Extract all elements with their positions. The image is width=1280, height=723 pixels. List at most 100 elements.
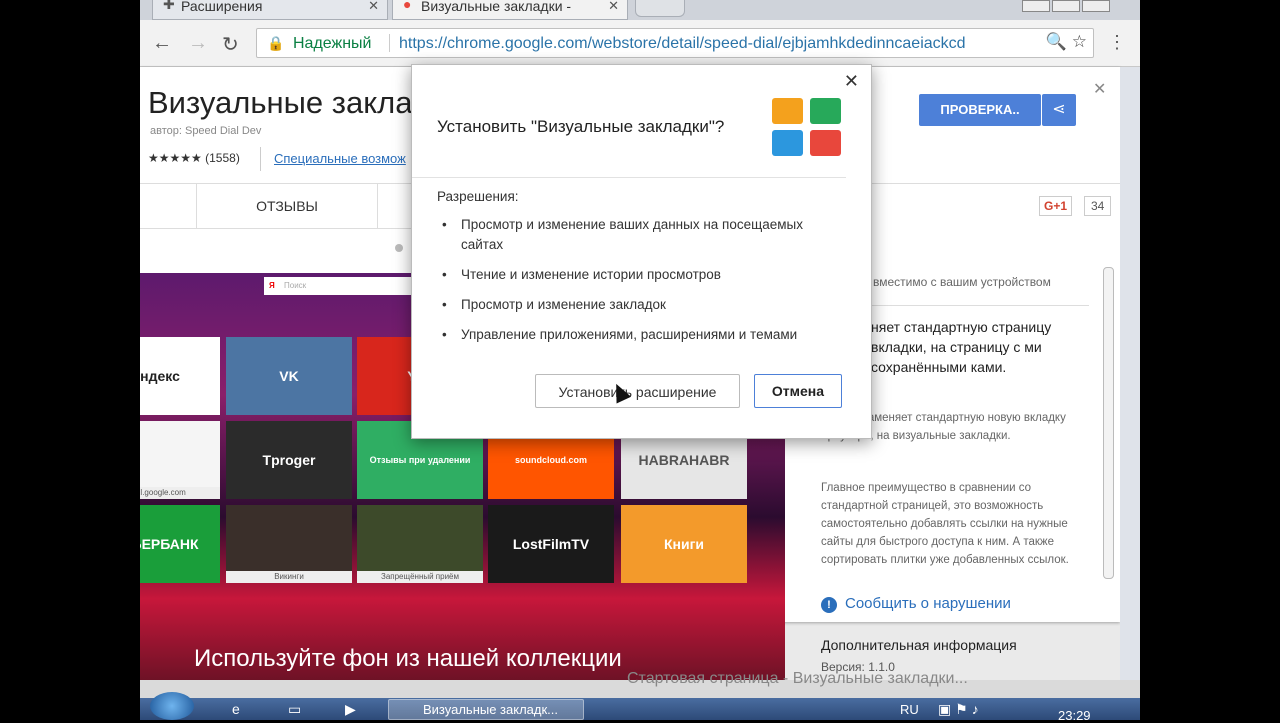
stars: ★★★★★ (148, 151, 202, 165)
speed-dial-tile: VK (226, 337, 352, 415)
close-icon[interactable]: ✕ (368, 0, 379, 12)
extension-logo-icon (772, 98, 842, 156)
system-tray: ▣ ⚑ ♪ (938, 701, 979, 718)
media-player-icon[interactable]: ▶ (345, 701, 365, 717)
windows-start-icon[interactable] (150, 692, 194, 720)
tab-strip: ✚ Расширения ✕ ● Визуальные закладки - ✕ (140, 0, 1140, 20)
permission-item: Просмотр и изменение ваших данных на пос… (436, 215, 846, 255)
speed-dial-tile: Книги (621, 505, 747, 583)
url-text[interactable]: https://chrome.google.com/webstore/detai… (399, 35, 966, 53)
tile-caption: Запрещённый приём (357, 571, 483, 583)
tab-reviews[interactable]: ОТЗЫВЫ (196, 184, 378, 228)
menu-icon[interactable]: ⋮ (1108, 32, 1126, 53)
browser-window: ✚ Расширения ✕ ● Визуальные закладки - ✕… (140, 0, 1140, 720)
tile-label: VK (279, 368, 299, 384)
back-arrow-icon[interactable]: ← (152, 32, 172, 55)
window-controls (1020, 0, 1110, 15)
summary-text: няет стандартную страницу вкладки, на ст… (871, 319, 1052, 375)
report-abuse-link[interactable]: ! Сообщить о нарушении (821, 595, 1011, 613)
tile-label: Tproger (262, 452, 316, 468)
tile-label: HABRAHABR (638, 452, 730, 468)
alert-icon: ! (821, 597, 837, 613)
speed-dial-tile: LostFilmTV (488, 505, 614, 583)
tile-label: soundcloud.com (515, 455, 587, 465)
more-info-heading: Дополнительная информация (821, 637, 1017, 653)
toolbar: ← → ↻ 🔒 Надежный https://chrome.google.c… (140, 20, 1140, 67)
tile-label: Отзывы при удалении (369, 455, 471, 465)
tab-webstore[interactable]: ● Визуальные закладки - ✕ (392, 0, 628, 20)
tile-label: LostFilmTV (512, 536, 590, 552)
close-icon[interactable]: ✕ (1093, 79, 1106, 99)
maximize-button[interactable] (1052, 0, 1080, 12)
partial-related-title: Стартовая страница - Визуальные закладки… (627, 670, 968, 687)
forward-arrow-icon[interactable]: → (188, 32, 208, 55)
ie-icon[interactable]: e (232, 701, 252, 717)
dialog-title: Установить "Визуальные закладки"? (437, 117, 725, 136)
install-extension-button[interactable]: Установить расширение (535, 374, 740, 408)
rating[interactable]: ★★★★★ (1558) (148, 151, 240, 165)
logo-square (772, 98, 803, 124)
tab-label: Визуальные закладки - (421, 0, 572, 14)
taskbar-chrome-task[interactable]: Визуальные закладк... (388, 699, 584, 720)
speed-dial-tile: ail.google.com (140, 421, 220, 499)
report-label: Сообщить о нарушении (845, 595, 1011, 612)
share-icon[interactable]: ⋖ (1042, 94, 1076, 126)
speed-dial-tile: ндекс (140, 337, 220, 415)
chrome-store-icon: ● (403, 0, 412, 12)
gplus-count: 34 (1084, 196, 1112, 216)
cancel-button[interactable]: Отмена (754, 374, 842, 408)
minimize-button[interactable] (1022, 0, 1050, 12)
carousel-dot[interactable] (395, 244, 403, 252)
star-icon[interactable]: ☆ (1072, 32, 1087, 51)
network-icon[interactable]: ▣ (938, 701, 951, 717)
gplus-button[interactable]: G+1 (1039, 196, 1073, 216)
permission-item: Просмотр и изменение закладок (436, 295, 846, 315)
tile-label: Книги (663, 536, 705, 552)
scrollbar[interactable] (1103, 267, 1114, 579)
volume-icon[interactable]: ♪ (972, 701, 979, 717)
puzzle-icon: ✚ (163, 0, 175, 12)
permission-item: Управление приложениями, расширениями и … (436, 325, 846, 345)
tab-label: Расширения (181, 0, 263, 14)
secure-label: Надежный (293, 35, 372, 52)
close-window-button[interactable] (1082, 0, 1110, 12)
permissions-heading: Разрешения: (437, 189, 519, 204)
address-bar[interactable]: 🔒 Надежный https://chrome.google.com/web… (256, 28, 1094, 58)
preview-caption: Используйте фон из нашей коллекции (194, 645, 622, 672)
related-sidebar (1120, 67, 1140, 680)
tile-label: ндекс (140, 368, 180, 384)
divider (412, 177, 846, 178)
new-tab-button[interactable] (635, 0, 685, 17)
author[interactable]: автор: Speed Dial Dev (150, 125, 261, 137)
zoom-icon[interactable]: 🔍 (1046, 32, 1067, 51)
reload-icon[interactable]: ↻ (222, 32, 239, 57)
logo-square (772, 130, 803, 156)
flag-icon[interactable]: ⚑ (955, 701, 968, 717)
check-button[interactable]: ПРОВЕРКА.. (919, 94, 1041, 126)
lock-icon: 🔒 (267, 35, 285, 51)
logo-square (810, 130, 841, 156)
close-icon[interactable]: ✕ (844, 71, 859, 92)
clock[interactable]: 23:29 (1058, 708, 1091, 723)
tile-caption: Викинги (226, 571, 352, 583)
permission-item: Чтение и изменение истории просмотров (436, 265, 846, 285)
omnibox-icons: 🔍 ☆ (1046, 32, 1087, 52)
taskbar: e ▭ ▶ Визуальные закладк... RU ▣ ⚑ ♪ 23:… (140, 692, 1140, 723)
tab-extensions[interactable]: ✚ Расширения ✕ (152, 0, 388, 20)
folder-icon[interactable]: ▭ (288, 701, 308, 717)
language-indicator[interactable]: RU (900, 702, 919, 717)
install-dialog: ✕ Установить "Визуальные закладки"? Разр… (411, 64, 872, 439)
close-icon[interactable]: ✕ (608, 0, 619, 12)
logo-square (810, 98, 841, 124)
rating-count: (1558) (205, 151, 240, 165)
yandex-logo: Я (269, 281, 275, 290)
accessibility-link[interactable]: Специальные возмож (274, 151, 406, 166)
speed-dial-tile: Запрещённый приём (357, 505, 483, 583)
speed-dial-tile: Викинги (226, 505, 352, 583)
permissions-list: Просмотр и изменение ваших данных на пос… (436, 215, 846, 355)
preview-search-placeholder: Поиск (284, 281, 307, 290)
divider (260, 147, 261, 171)
divider (389, 34, 390, 52)
tile-caption: ail.google.com (140, 487, 220, 499)
speed-dial-tile: СБЕРБАНК (140, 505, 220, 583)
